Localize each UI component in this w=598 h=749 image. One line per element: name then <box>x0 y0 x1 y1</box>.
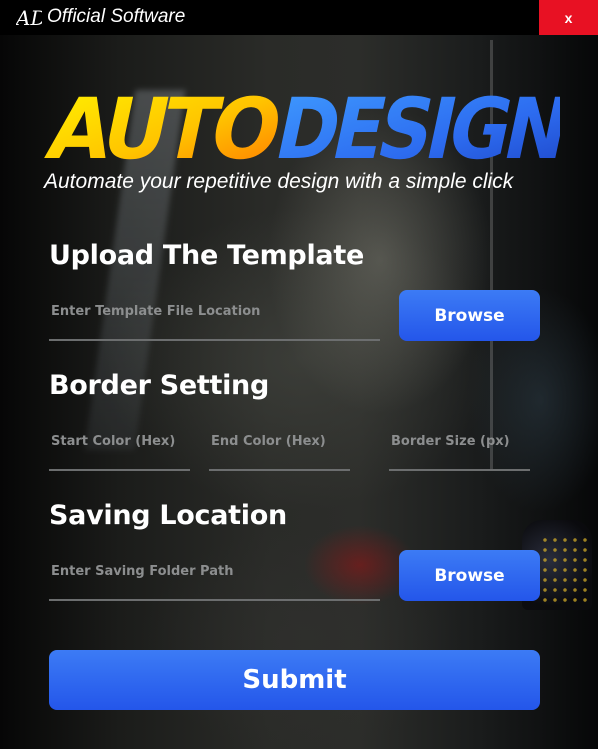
end-color-field <box>209 427 350 471</box>
start-color-field <box>49 427 190 471</box>
browse-template-button[interactable]: Browse <box>399 290 540 341</box>
border-size-input[interactable] <box>389 427 530 469</box>
saving-section-title: Saving Location <box>49 500 287 531</box>
end-color-input[interactable] <box>209 427 350 469</box>
template-path-input[interactable] <box>49 297 380 339</box>
submit-button[interactable]: Submit <box>49 650 540 710</box>
logo-word-auto: AUTO <box>40 81 287 168</box>
border-size-field <box>389 427 530 471</box>
border-section-title: Border Setting <box>49 370 269 401</box>
svg-text:AD: AD <box>16 6 42 29</box>
background-cup-pattern <box>540 535 590 605</box>
brand-mark-icon: AD <box>16 6 42 29</box>
tagline: Automate your repetitive design with a s… <box>44 170 514 193</box>
upload-section-title: Upload The Template <box>49 240 364 271</box>
browse-folder-button[interactable]: Browse <box>399 550 540 601</box>
start-color-input[interactable] <box>49 427 190 469</box>
close-button[interactable]: x <box>539 0 598 35</box>
logo-word-design: DESIGN <box>267 81 560 168</box>
saving-path-input[interactable] <box>49 557 380 599</box>
template-field <box>49 297 380 341</box>
app-logo: AUTO DESIGN <box>40 81 560 168</box>
title-bar[interactable]: AD Official Software x <box>0 0 598 35</box>
saving-field <box>49 557 380 601</box>
window-title: Official Software <box>47 6 186 27</box>
